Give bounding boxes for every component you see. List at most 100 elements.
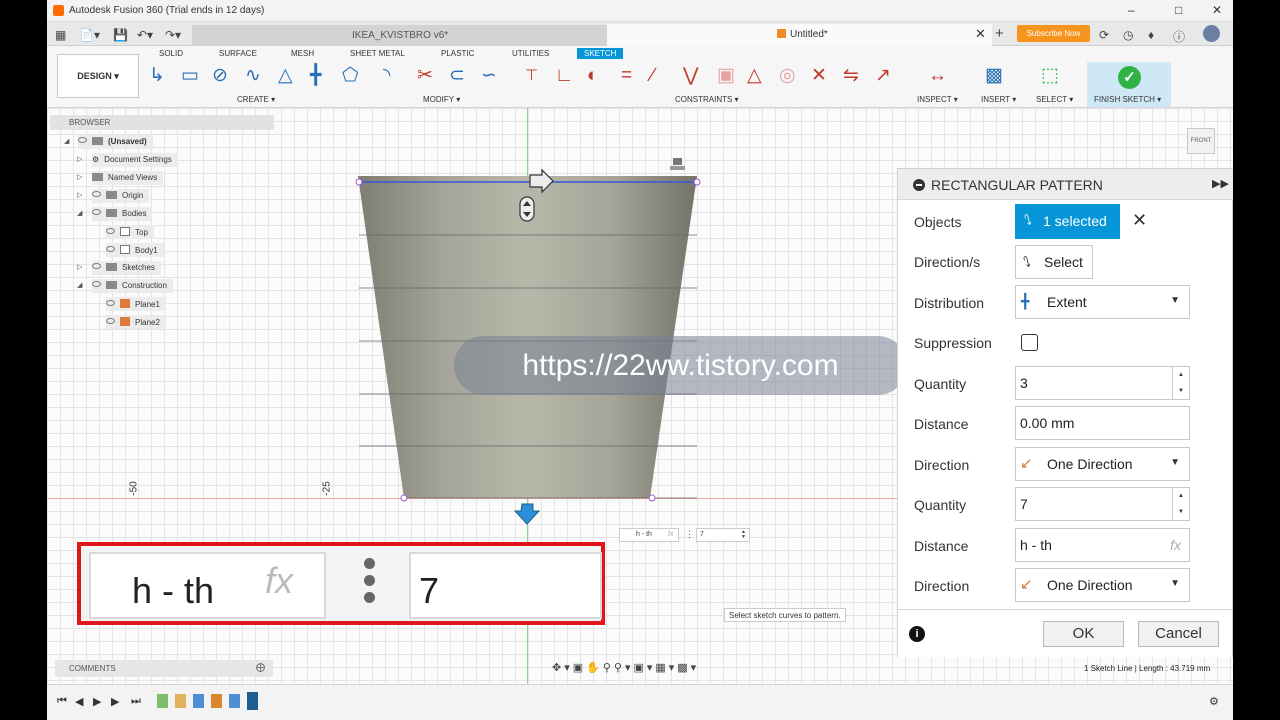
- collapse-icon[interactable]: [913, 179, 925, 191]
- add-comment-icon[interactable]: ⨁: [256, 662, 265, 673]
- quantity1-value: 3: [1020, 375, 1028, 391]
- cancel-button[interactable]: Cancel: [1138, 621, 1219, 647]
- plane-icon: [120, 299, 130, 308]
- folder-icon: [106, 209, 117, 217]
- go-to-start-icon[interactable]: ⏮: [57, 695, 67, 708]
- view-cube-face: FRONT: [1190, 138, 1212, 144]
- expand-dialog-icon[interactable]: ▶▶: [1212, 177, 1229, 190]
- zoomed-quantity-text: 7: [419, 570, 440, 611]
- eye-icon[interactable]: [92, 209, 101, 215]
- direction2-dropdown[interactable]: ↙ One Direction ▼: [1015, 568, 1190, 602]
- fx-icon[interactable]: fx: [1170, 537, 1181, 553]
- direction1-value: One Direction: [1047, 456, 1133, 472]
- step-back-icon[interactable]: ◀: [75, 695, 83, 708]
- distance2-input[interactable]: h - th fx: [1015, 528, 1190, 562]
- browser-item-bodies[interactable]: Bodies: [92, 207, 153, 221]
- timeline-plane-feature[interactable]: [211, 694, 222, 708]
- distance-expression-field[interactable]: h - th fx: [619, 528, 679, 542]
- chevron-down-icon: ▼: [1170, 457, 1180, 468]
- eye-icon[interactable]: [106, 228, 115, 234]
- quantity1-stepper[interactable]: ▲ ▼: [1172, 367, 1189, 399]
- browser-item-sketches[interactable]: Sketches: [92, 261, 161, 275]
- expand-arrow-icon[interactable]: ▷: [77, 155, 82, 163]
- browser-header[interactable]: BROWSER: [50, 115, 274, 130]
- clear-selection-icon[interactable]: ✕: [1132, 211, 1147, 229]
- ruler-label-minus50: -50: [128, 481, 140, 496]
- canvas-tooltip: Select sketch curves to pattern.: [724, 608, 846, 622]
- expand-arrow-icon[interactable]: ◢: [64, 137, 69, 145]
- navigation-toolbar[interactable]: ✥▾▣✋⚲⚲▾▣▾▦▾▩▾: [552, 661, 699, 674]
- quantity-field[interactable]: 7 ▲ ▼: [696, 528, 750, 542]
- drag-dots-icon[interactable]: ⋮: [685, 529, 694, 540]
- timeline-sketch-feature[interactable]: [175, 694, 186, 708]
- go-to-end-icon[interactable]: ⏭: [131, 695, 141, 708]
- distance1-label: Distance: [914, 416, 969, 432]
- dialog-title: RECTANGULAR PATTERN: [931, 177, 1103, 193]
- browser-item-label: Top: [135, 228, 148, 237]
- expand-arrow-icon[interactable]: ▷: [77, 191, 82, 199]
- status-readout: 1 Sketch Line | Length : 43.719 mm: [1084, 664, 1211, 673]
- distance2-label: Distance: [914, 538, 969, 554]
- view-cube[interactable]: FRONT: [1187, 128, 1215, 154]
- eye-icon[interactable]: [106, 246, 115, 252]
- distance1-input[interactable]: 0.00 mm: [1015, 406, 1190, 440]
- suppression-checkbox[interactable]: [1021, 334, 1038, 351]
- expression-text: h - th: [636, 531, 652, 538]
- browser-item-named-views[interactable]: Named Views: [92, 171, 164, 185]
- quantity2-label: Quantity: [914, 497, 967, 513]
- quantity2-input[interactable]: 7 ▲ ▼: [1015, 487, 1190, 521]
- eye-icon[interactable]: [106, 318, 115, 324]
- timeline-extrude-feature[interactable]: [193, 694, 204, 708]
- objects-selection-button[interactable]: ⭛ 1 selected: [1015, 204, 1120, 239]
- eye-icon[interactable]: [92, 281, 101, 287]
- step-forward-icon[interactable]: ▶: [111, 695, 119, 708]
- distribution-dropdown[interactable]: ╋ Extent ▼: [1015, 285, 1190, 319]
- direction-select-button[interactable]: ⭛ Select: [1015, 245, 1093, 279]
- eye-icon[interactable]: [92, 263, 101, 269]
- eye-icon[interactable]: [92, 191, 101, 197]
- play-icon[interactable]: ▶: [93, 695, 101, 708]
- browser-item-top[interactable]: Top: [106, 225, 154, 239]
- folder-icon: [92, 173, 103, 181]
- direction1-dropdown[interactable]: ↙ One Direction ▼: [1015, 447, 1190, 481]
- folder-icon: [106, 191, 117, 199]
- browser-item-plane2[interactable]: Plane2: [106, 315, 166, 329]
- zoomed-input-callout: h - th fx 7: [77, 542, 605, 625]
- timeline-current-feature[interactable]: [247, 692, 258, 710]
- browser-item-plane1[interactable]: Plane1: [106, 297, 166, 311]
- browser-item-label: Body1: [135, 246, 158, 255]
- comments-panel[interactable]: COMMENTS ⨁: [55, 660, 273, 677]
- settings-gear-icon[interactable]: ⚙: [1209, 695, 1219, 708]
- quantity1-input[interactable]: 3 ▲ ▼: [1015, 366, 1190, 400]
- browser-item-label: Construction: [122, 281, 167, 290]
- canvas-expression-input[interactable]: h - th fx ⋮ 7 ▲ ▼: [619, 528, 750, 542]
- plane-icon: [120, 317, 130, 326]
- expand-arrow-icon[interactable]: ▷: [77, 263, 82, 271]
- fx-icon[interactable]: fx: [668, 531, 673, 538]
- browser-item-document-settings[interactable]: ⚙ Document Settings: [92, 153, 178, 167]
- quantity2-stepper[interactable]: ▲ ▼: [1172, 488, 1189, 520]
- eye-icon[interactable]: [106, 300, 115, 306]
- expand-arrow-icon[interactable]: ◢: [77, 281, 82, 289]
- cursor-arrow-icon: ⭛: [1023, 254, 1031, 270]
- info-icon[interactable]: i: [909, 626, 925, 642]
- comments-label: COMMENTS: [69, 664, 116, 673]
- ok-button[interactable]: OK: [1043, 621, 1124, 647]
- timeline-sketch-feature[interactable]: [157, 694, 168, 708]
- browser-item-body1[interactable]: Body1: [106, 243, 164, 257]
- timeline-extrude-feature[interactable]: [229, 694, 240, 708]
- expand-arrow-icon[interactable]: ◢: [77, 209, 82, 217]
- browser-item-label: Named Views: [108, 173, 158, 182]
- browser-item-origin[interactable]: Origin: [92, 189, 150, 203]
- expand-arrow-icon[interactable]: ▷: [77, 173, 82, 181]
- eye-icon[interactable]: [78, 137, 87, 143]
- extent-icon: ╋: [1021, 293, 1030, 309]
- fusion-360-window: Autodesk Fusion 360 (Trial ends in 12 da…: [47, 0, 1233, 720]
- browser-panel: BROWSER ◢ (Unsaved) ▷ ⚙ Document Settings…: [50, 115, 274, 337]
- browser-item-root[interactable]: (Unsaved): [78, 135, 153, 149]
- browser-item-construction[interactable]: Construction: [92, 279, 173, 293]
- quantity-text: 7: [700, 531, 704, 538]
- suppression-label: Suppression: [914, 335, 992, 351]
- spinner-icon[interactable]: ▲ ▼: [741, 530, 746, 540]
- direction1-label: Direction: [914, 457, 970, 473]
